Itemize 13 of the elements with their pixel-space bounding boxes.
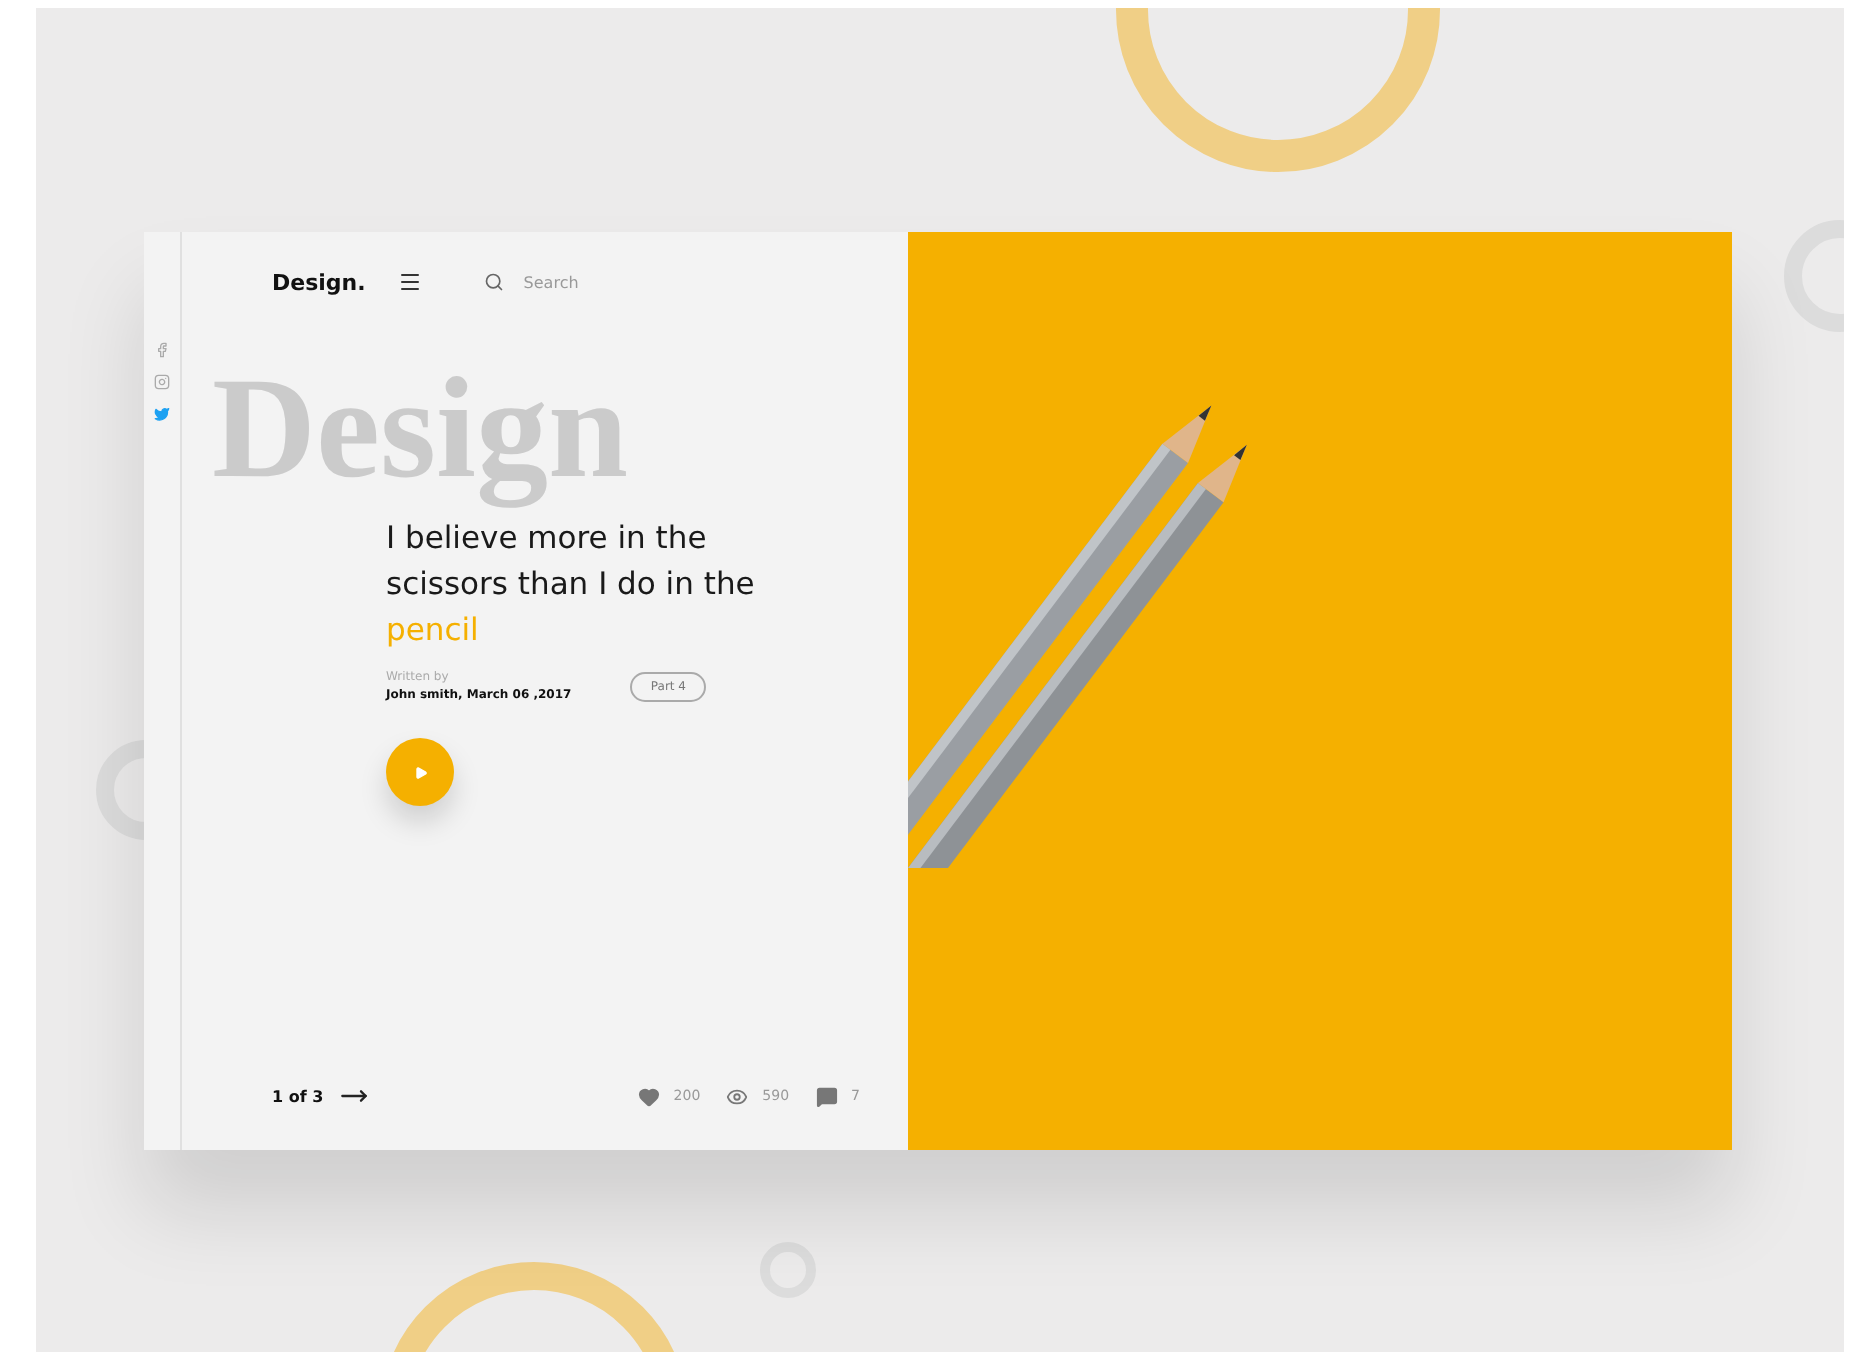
facebook-icon[interactable] xyxy=(154,342,170,358)
twitter-icon[interactable] xyxy=(154,406,170,422)
heart-icon[interactable] xyxy=(637,1085,660,1107)
play-icon xyxy=(413,765,427,779)
search-field[interactable]: Search xyxy=(519,271,688,293)
pager-next[interactable]: 1 of 3 xyxy=(272,1082,368,1110)
search-icon xyxy=(483,272,504,292)
speech-bubble-icon[interactable] xyxy=(815,1085,838,1107)
instagram-icon[interactable] xyxy=(154,374,170,390)
quote-text: I believe more in the scissors than I do in the pencil xyxy=(386,518,757,652)
eye-icon[interactable] xyxy=(726,1085,749,1107)
menu-icon[interactable] xyxy=(397,270,422,294)
brand-logo: Design. xyxy=(272,269,366,295)
